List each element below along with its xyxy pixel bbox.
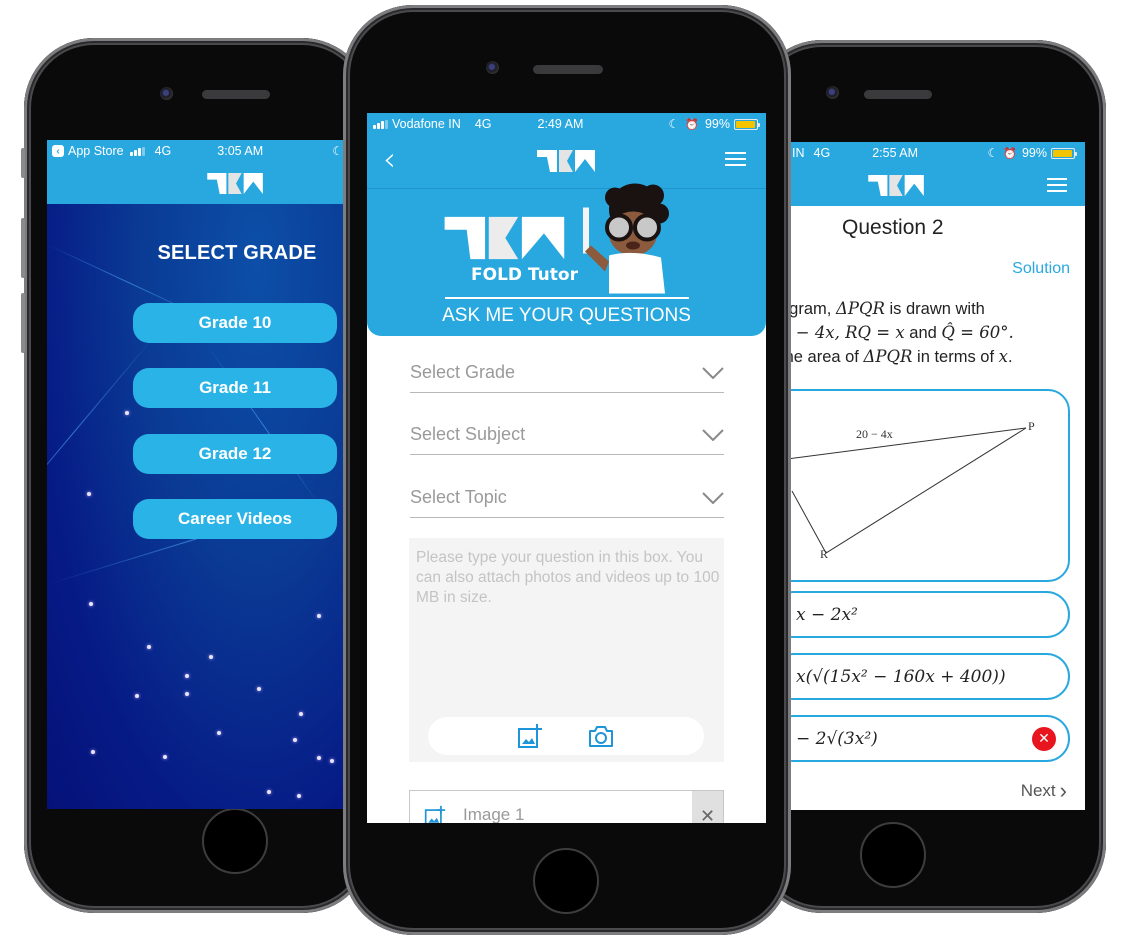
moon-icon: ☾ xyxy=(668,117,680,131)
moon-icon: ☾ xyxy=(332,144,343,158)
signal-icon xyxy=(129,146,145,156)
nav-bar xyxy=(47,162,347,204)
status-bar: Vodafone IN 4G 2:49 AM ☾ ⏰ 99% xyxy=(367,113,766,135)
product-name: FOLD Tutor xyxy=(471,265,578,285)
front-camera xyxy=(826,86,839,99)
add-image-icon[interactable] xyxy=(517,723,543,749)
select-grade-dropdown[interactable]: Select Grade xyxy=(410,353,724,393)
remove-attachment-button[interactable]: ✕ xyxy=(692,791,723,823)
status-bar: ‹ App Store 4G 3:05 AM ☾ xyxy=(47,140,347,162)
triangle-diagram: 20 − 4x P R xyxy=(790,389,1070,582)
close-icon: ✕ xyxy=(699,805,716,824)
earpiece-speaker xyxy=(533,65,603,74)
grade-12-button[interactable]: Grade 12 xyxy=(133,434,337,474)
side-label: 20 − 4x xyxy=(856,427,893,441)
question-textarea[interactable]: Please type your question in this box. Y… xyxy=(409,538,724,762)
back-to-app-icon[interactable]: ‹ xyxy=(52,145,64,157)
grade-11-button[interactable]: Grade 11 xyxy=(133,368,337,408)
signal-icon xyxy=(373,119,388,129)
answer-option-2[interactable]: x(√(15x² − 160x + 400)) xyxy=(790,653,1070,700)
right-phone-screen: IN 4G 2:55 AM ☾ ⏰ 99% Question 2 Solutio… xyxy=(790,142,1085,810)
next-button[interactable]: Next › xyxy=(1021,780,1067,802)
carrier-name: Vodafone IN xyxy=(392,117,461,131)
nav-bar: ‹ xyxy=(367,135,766,189)
volume-down-button xyxy=(21,293,25,353)
question-text: agram, ΔPQR is drawn with 0 − 4x, RQ = x… xyxy=(790,297,1085,369)
attachment-name: Image 1 xyxy=(463,805,525,823)
image-icon xyxy=(424,805,446,823)
chevron-right-icon: › xyxy=(1059,778,1067,803)
attachment-item[interactable]: Image 1 ✕ xyxy=(409,790,724,823)
mute-switch xyxy=(21,148,25,178)
solution-link[interactable]: Solution xyxy=(1012,260,1070,278)
select-subject-dropdown[interactable]: Select Subject xyxy=(410,415,724,455)
home-button[interactable] xyxy=(202,808,268,874)
status-bar: IN 4G 2:55 AM ☾ ⏰ 99% xyxy=(790,142,1085,164)
front-camera xyxy=(160,87,173,100)
menu-icon[interactable] xyxy=(725,152,746,166)
network-type: 4G xyxy=(474,117,492,131)
middle-phone-screen: Vodafone IN 4G 2:49 AM ☾ ⏰ 99% ‹ FOLD Tu… xyxy=(367,113,766,823)
grade-10-button[interactable]: Grade 10 xyxy=(133,303,337,343)
earpiece-speaker xyxy=(864,90,932,99)
tagline: ASK ME YOUR QUESTIONS xyxy=(442,305,691,326)
left-phone-screen: ‹ App Store 4G 3:05 AM ☾ SELECT GRADE Gr… xyxy=(47,140,347,809)
camera-icon[interactable] xyxy=(587,724,615,748)
question-line-2: 0 − 4x, RQ = x and Q̂ = 60°. xyxy=(790,323,1014,342)
battery-icon xyxy=(734,118,760,130)
select-topic-dropdown[interactable]: Select Topic xyxy=(410,478,724,518)
battery-percent: 99% xyxy=(1021,146,1047,160)
tutor-mascot xyxy=(583,183,669,294)
tbn-logo xyxy=(207,172,263,195)
battery-icon xyxy=(1051,147,1077,159)
wrong-answer-icon: ✕ xyxy=(1032,727,1056,751)
chevron-down-icon xyxy=(702,428,724,441)
triangle-figure xyxy=(790,427,1027,554)
status-time: 3:05 AM xyxy=(217,144,264,158)
battery-percent: 99% xyxy=(704,117,730,131)
question-placeholder: Please type your question in this box. Y… xyxy=(416,549,720,606)
menu-icon[interactable] xyxy=(1047,178,1067,192)
nav-bar xyxy=(790,164,1085,206)
front-camera xyxy=(486,61,499,74)
alarm-icon: ⏰ xyxy=(1003,147,1017,160)
question-line-3: the area of ΔPQR in terms of x. xyxy=(790,347,1013,366)
tbn-logo xyxy=(868,174,924,197)
tutor-banner: FOLD Tutor ASK ME YOUR QUESTIONS xyxy=(367,183,766,336)
banner-divider xyxy=(445,297,689,299)
alarm-icon: ⏰ xyxy=(685,118,699,131)
attachment-bar xyxy=(428,717,704,755)
chevron-down-icon xyxy=(702,366,724,379)
vertex-r-label: R xyxy=(820,547,829,561)
moon-icon: ☾ xyxy=(987,146,999,160)
chevron-down-icon xyxy=(702,491,724,504)
back-arrow-icon[interactable]: ‹ xyxy=(383,143,396,175)
status-time: 2:55 AM xyxy=(872,146,919,160)
home-button[interactable] xyxy=(533,848,599,914)
question-title: Question 2 xyxy=(842,216,944,239)
carrier-name: IN xyxy=(792,146,805,160)
career-videos-button[interactable]: Career Videos xyxy=(133,499,337,539)
select-grade-heading: SELECT GRADE xyxy=(157,242,317,264)
network-type: 4G xyxy=(154,144,172,158)
question-line-1: agram, ΔPQR is drawn with xyxy=(790,299,985,318)
answer-option-3[interactable]: − 2√(3x²) ✕ xyxy=(790,715,1070,762)
earpiece-speaker xyxy=(202,90,270,99)
back-app-label[interactable]: App Store xyxy=(68,144,124,158)
vertex-p-label: P xyxy=(1028,419,1035,433)
network-type: 4G xyxy=(813,146,831,160)
answer-option-1[interactable]: x − 2x² xyxy=(790,591,1070,638)
volume-up-button xyxy=(21,218,25,278)
tbn-logo xyxy=(537,150,595,172)
fold-tutor-logo xyxy=(444,216,565,260)
home-button[interactable] xyxy=(860,822,926,888)
status-time: 2:49 AM xyxy=(537,117,584,131)
